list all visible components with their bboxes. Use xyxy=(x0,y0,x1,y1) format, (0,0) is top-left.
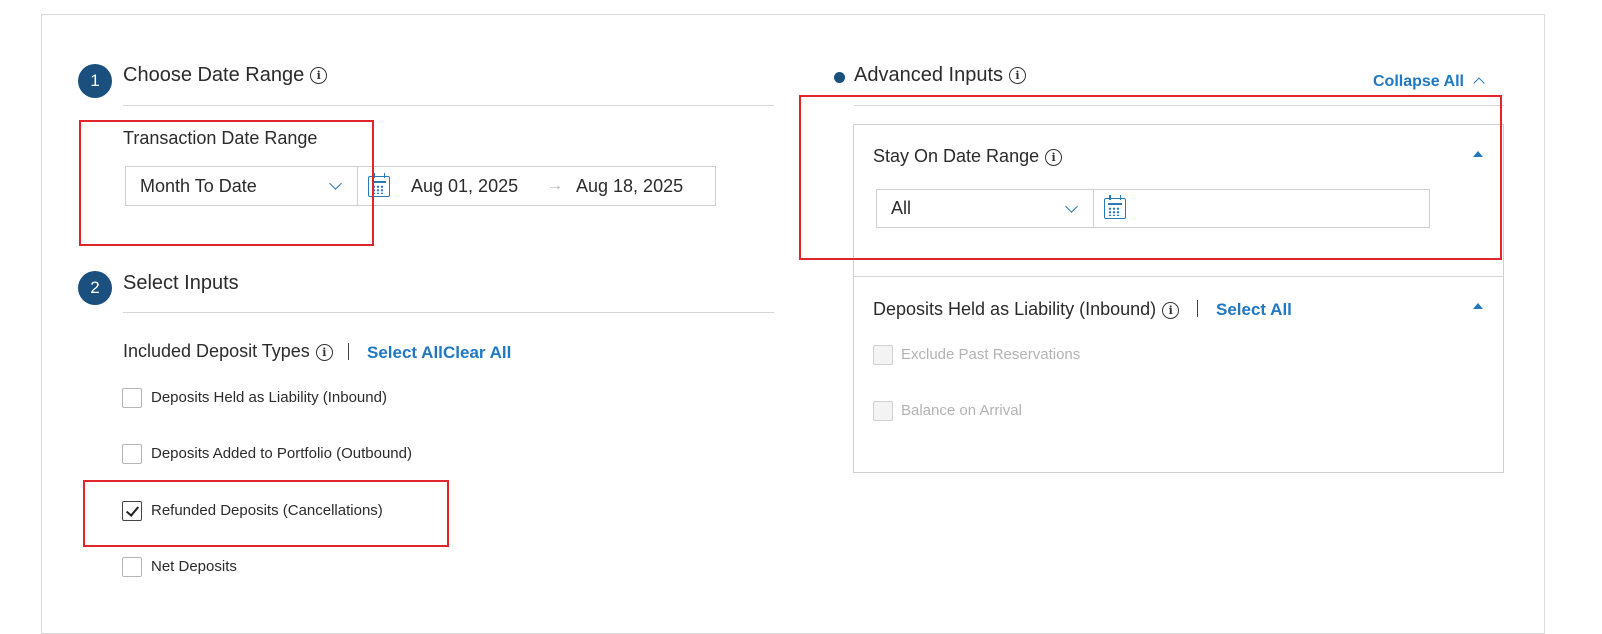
end-date[interactable]: Aug 18, 2025 xyxy=(576,176,683,197)
step-1-title-text: Choose Date Range xyxy=(123,64,305,86)
separator xyxy=(1197,300,1198,317)
checkbox-balance-on-arrival[interactable] xyxy=(873,401,893,421)
advanced-inputs-title: Advanced Inputs i xyxy=(854,64,1026,87)
divider xyxy=(853,276,1504,277)
checkbox-net-deposits[interactable] xyxy=(122,557,142,577)
bullet-dot xyxy=(834,72,845,83)
checkbox-label: Balance on Arrival xyxy=(901,402,1022,419)
highlight-box xyxy=(83,480,449,547)
included-deposit-types-text: Included Deposit Types xyxy=(123,341,310,361)
info-icon[interactable]: i xyxy=(315,343,333,361)
start-date[interactable]: Aug 01, 2025 xyxy=(411,176,518,197)
info-icon[interactable]: i xyxy=(1162,301,1180,319)
collapse-all-text: Collapse All xyxy=(1373,73,1464,90)
transaction-date-range-picker[interactable]: Aug 01, 2025 → Aug 18, 2025 xyxy=(358,166,716,206)
highlight-box xyxy=(799,95,1502,260)
advanced-inputs-title-text: Advanced Inputs xyxy=(854,64,1003,86)
checkbox-deposits-held-liability[interactable] xyxy=(122,388,142,408)
collapse-all-link[interactable]: Collapse All xyxy=(1373,73,1486,91)
checkbox-label: Exclude Past Reservations xyxy=(901,346,1081,363)
chevron-up-icon xyxy=(1473,77,1486,89)
separator xyxy=(348,343,349,360)
divider xyxy=(123,105,774,106)
collapse-section-icon[interactable] xyxy=(1473,303,1483,309)
liability-section-text: Deposits Held as Liability (Inbound) xyxy=(873,299,1157,319)
clear-all-deposit-types-link[interactable]: Clear All xyxy=(443,343,511,363)
checkbox-deposits-added-portfolio[interactable] xyxy=(122,444,142,464)
step-1-badge: 1 xyxy=(78,64,112,98)
select-all-deposit-types-link[interactable]: Select All xyxy=(367,343,443,363)
liability-section-label: Deposits Held as Liability (Inbound) i xyxy=(873,299,1180,320)
checkbox-label: Deposits Added to Portfolio (Outbound) xyxy=(151,445,412,462)
checkbox-label: Net Deposits xyxy=(151,558,237,575)
step-2-title: Select Inputs xyxy=(123,272,239,294)
step-1-title: Choose Date Range i xyxy=(123,64,328,87)
highlight-box xyxy=(79,120,374,246)
select-all-liability-link[interactable]: Select All xyxy=(1216,300,1292,320)
included-deposit-types-label: Included Deposit Types i xyxy=(123,341,333,362)
info-icon[interactable]: i xyxy=(1009,67,1026,85)
info-icon[interactable]: i xyxy=(310,67,328,85)
step-2-badge: 2 xyxy=(78,271,112,305)
checkbox-label: Deposits Held as Liability (Inbound) xyxy=(151,389,387,406)
checkbox-exclude-past-reservations[interactable] xyxy=(873,345,893,365)
divider xyxy=(123,312,774,313)
arrow-right-icon: → xyxy=(547,177,563,194)
